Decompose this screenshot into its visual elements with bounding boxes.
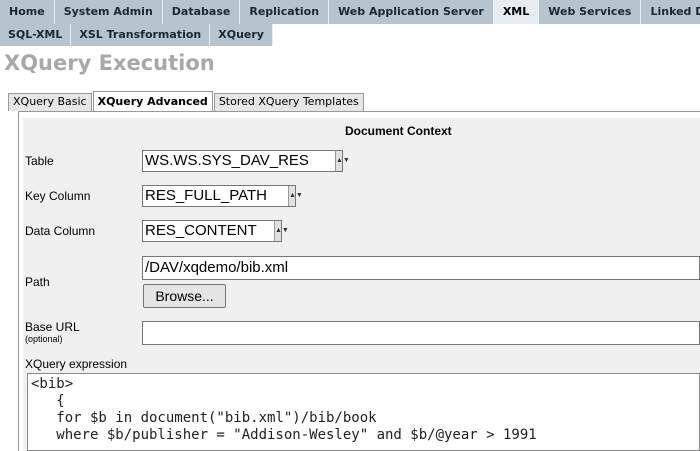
key-column-label: Key Column: [25, 189, 91, 203]
nav-tab-web-application-server[interactable]: Web Application Server: [329, 0, 494, 24]
base-url-label: Base URL (optional): [25, 320, 80, 344]
nav-tab-database[interactable]: Database: [162, 0, 241, 24]
subnav-tab-xquery[interactable]: XQuery: [210, 24, 273, 46]
nav-tab-system-admin[interactable]: System Admin: [54, 0, 163, 24]
top-navigation: Home System Admin Database Replication W…: [0, 0, 700, 24]
browse-button[interactable]: Browse...: [143, 284, 226, 308]
sub-navigation: SQL-XML XSL Transformation XQuery: [0, 24, 700, 46]
key-column-select[interactable]: RES_FULL_PATH ▲▼: [142, 185, 303, 207]
panel-tabs: XQuery Basic XQuery Advanced Stored XQue…: [8, 91, 365, 111]
nav-tab-linked-data[interactable]: Linked Data: [641, 0, 700, 24]
tab-stored-xquery-templates[interactable]: Stored XQuery Templates: [213, 93, 364, 111]
document-context-heading: Document Context: [345, 124, 452, 138]
subnav-tab-sql-xml[interactable]: SQL-XML: [0, 24, 72, 46]
nav-tab-home[interactable]: Home: [0, 0, 55, 24]
nav-tab-web-services[interactable]: Web Services: [539, 0, 642, 24]
nav-tab-replication[interactable]: Replication: [240, 0, 330, 24]
dropdown-arrow-icon: ▲▼: [274, 221, 289, 241]
nav-tab-xml[interactable]: XML: [493, 0, 540, 24]
data-column-select-value: RES_CONTENT: [145, 222, 257, 239]
table-select-value: WS.WS.SYS_DAV_RES: [145, 152, 309, 169]
key-column-select-value: RES_FULL_PATH: [145, 187, 267, 204]
xquery-expression-label: XQuery expression: [25, 357, 128, 371]
page-title: XQuery Execution: [4, 51, 215, 75]
base-url-input[interactable]: [142, 321, 700, 345]
table-label: Table: [25, 154, 54, 168]
table-select[interactable]: WS.WS.SYS_DAV_RES ▲▼: [142, 150, 350, 172]
dropdown-arrow-icon: ▲▼: [335, 151, 350, 171]
subnav-tab-xsl-transformation[interactable]: XSL Transformation: [71, 24, 211, 46]
base-url-optional-hint: (optional): [25, 334, 63, 344]
data-column-label: Data Column: [25, 224, 96, 238]
xquery-expression-textarea[interactable]: <bib> { for $b in document("bib.xml")/bi…: [27, 373, 700, 451]
tab-xquery-advanced[interactable]: XQuery Advanced: [92, 91, 213, 111]
tab-xquery-basic[interactable]: XQuery Basic: [8, 93, 92, 111]
data-column-select[interactable]: RES_CONTENT ▲▼: [142, 220, 289, 242]
base-url-label-text: Base URL: [25, 320, 80, 334]
path-label: Path: [25, 275, 50, 289]
path-input[interactable]: /DAV/xqdemo/bib.xml: [142, 256, 700, 280]
dropdown-arrow-icon: ▲▼: [288, 186, 303, 206]
